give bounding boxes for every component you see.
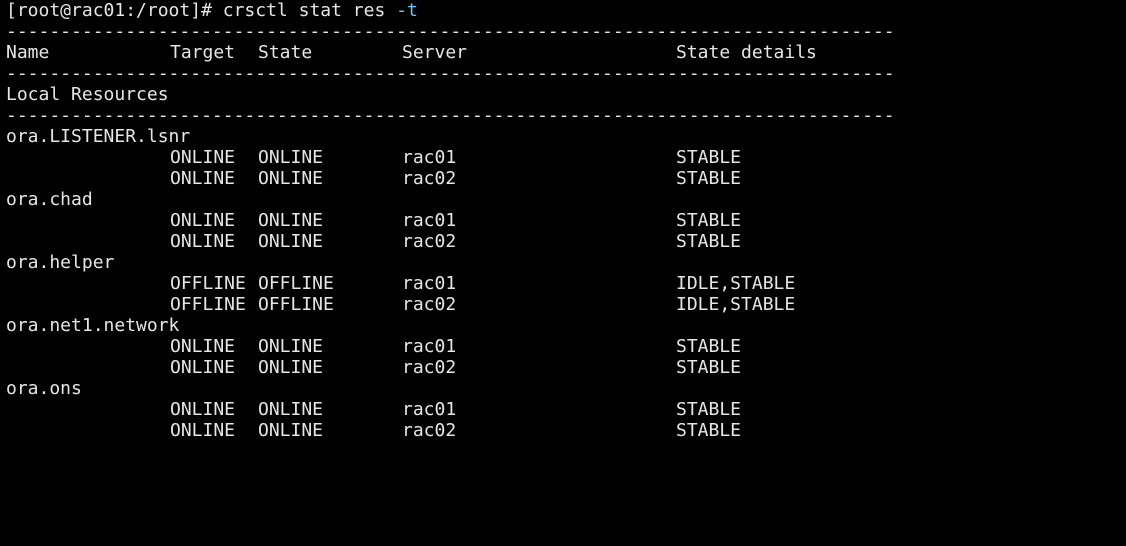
table-row: ONLINE ONLINE rac02 STABLE [6,420,1126,441]
row-state: ONLINE [258,210,324,231]
row-server: rac01 [402,336,457,357]
prompt-user-host: [root@rac01:/root]# [6,0,212,21]
command-prompt-line: [root@rac01:/root]# crsctl stat res -t [6,0,1126,21]
table-row: ONLINE ONLINE rac01 STABLE [6,147,1126,168]
row-target: ONLINE [170,231,236,252]
row-target: ONLINE [170,336,236,357]
row-server: rac01 [402,273,457,294]
header-target: Target [170,42,236,63]
row-details: STABLE [676,336,742,357]
table-row: ONLINE ONLINE rac01 STABLE [6,210,1126,231]
separator-line: ----------------------------------------… [6,21,895,42]
separator-line: ----------------------------------------… [6,105,895,126]
resource-name: ora.ons [6,378,82,399]
row-server: rac02 [402,168,457,189]
command-text: crsctl stat res [222,0,386,21]
row-details: STABLE [676,420,742,441]
row-server: rac02 [402,420,457,441]
row-server: rac02 [402,294,457,315]
table-row: ONLINE ONLINE rac01 STABLE [6,399,1126,420]
table-row: ONLINE ONLINE rac02 STABLE [6,168,1126,189]
row-details: STABLE [676,147,742,168]
resource-name: ora.net1.network [6,315,180,336]
row-details: STABLE [676,168,742,189]
header-server: Server [402,42,468,63]
section-title: Local Resources [6,84,169,105]
row-details: STABLE [676,357,742,378]
separator-line: ----------------------------------------… [6,63,895,84]
row-details: STABLE [676,231,742,252]
row-server: rac01 [402,399,457,420]
row-target: ONLINE [170,357,236,378]
row-server: rac01 [402,147,457,168]
row-target: ONLINE [170,168,236,189]
header-name: Name [6,42,50,63]
table-row: ONLINE ONLINE rac01 STABLE [6,336,1126,357]
command-flag: -t [396,0,418,21]
row-state: ONLINE [258,231,324,252]
row-details: IDLE,STABLE [676,273,796,294]
row-state: OFFLINE [258,273,334,294]
resource-name: ora.chad [6,189,93,210]
resource-name: ora.helper [6,252,115,273]
row-server: rac01 [402,210,457,231]
table-row: OFFLINE OFFLINE rac01 IDLE,STABLE [6,273,1126,294]
row-details: STABLE [676,210,742,231]
row-target: OFFLINE [170,294,246,315]
row-server: rac02 [402,231,457,252]
row-details: STABLE [676,399,742,420]
row-state: ONLINE [258,336,324,357]
header-state-details: State details [676,42,817,63]
row-state: ONLINE [258,399,324,420]
row-target: ONLINE [170,420,236,441]
row-target: OFFLINE [170,273,246,294]
table-row: ONLINE ONLINE rac02 STABLE [6,231,1126,252]
row-state: ONLINE [258,168,324,189]
table-row: OFFLINE OFFLINE rac02 IDLE,STABLE [6,294,1126,315]
row-server: rac02 [402,357,457,378]
row-state: ONLINE [258,420,324,441]
row-state: ONLINE [258,147,324,168]
resource-name: ora.LISTENER.lsnr [6,126,191,147]
table-header-row: Name Target State Server State details [6,42,1126,63]
header-state: State [258,42,313,63]
row-target: ONLINE [170,210,236,231]
row-target: ONLINE [170,399,236,420]
table-row: ONLINE ONLINE rac02 STABLE [6,357,1126,378]
row-details: IDLE,STABLE [676,294,796,315]
terminal-window[interactable]: [root@rac01:/root]# crsctl stat res -t -… [0,0,1126,454]
row-target: ONLINE [170,147,236,168]
row-state: OFFLINE [258,294,334,315]
row-state: ONLINE [258,357,324,378]
